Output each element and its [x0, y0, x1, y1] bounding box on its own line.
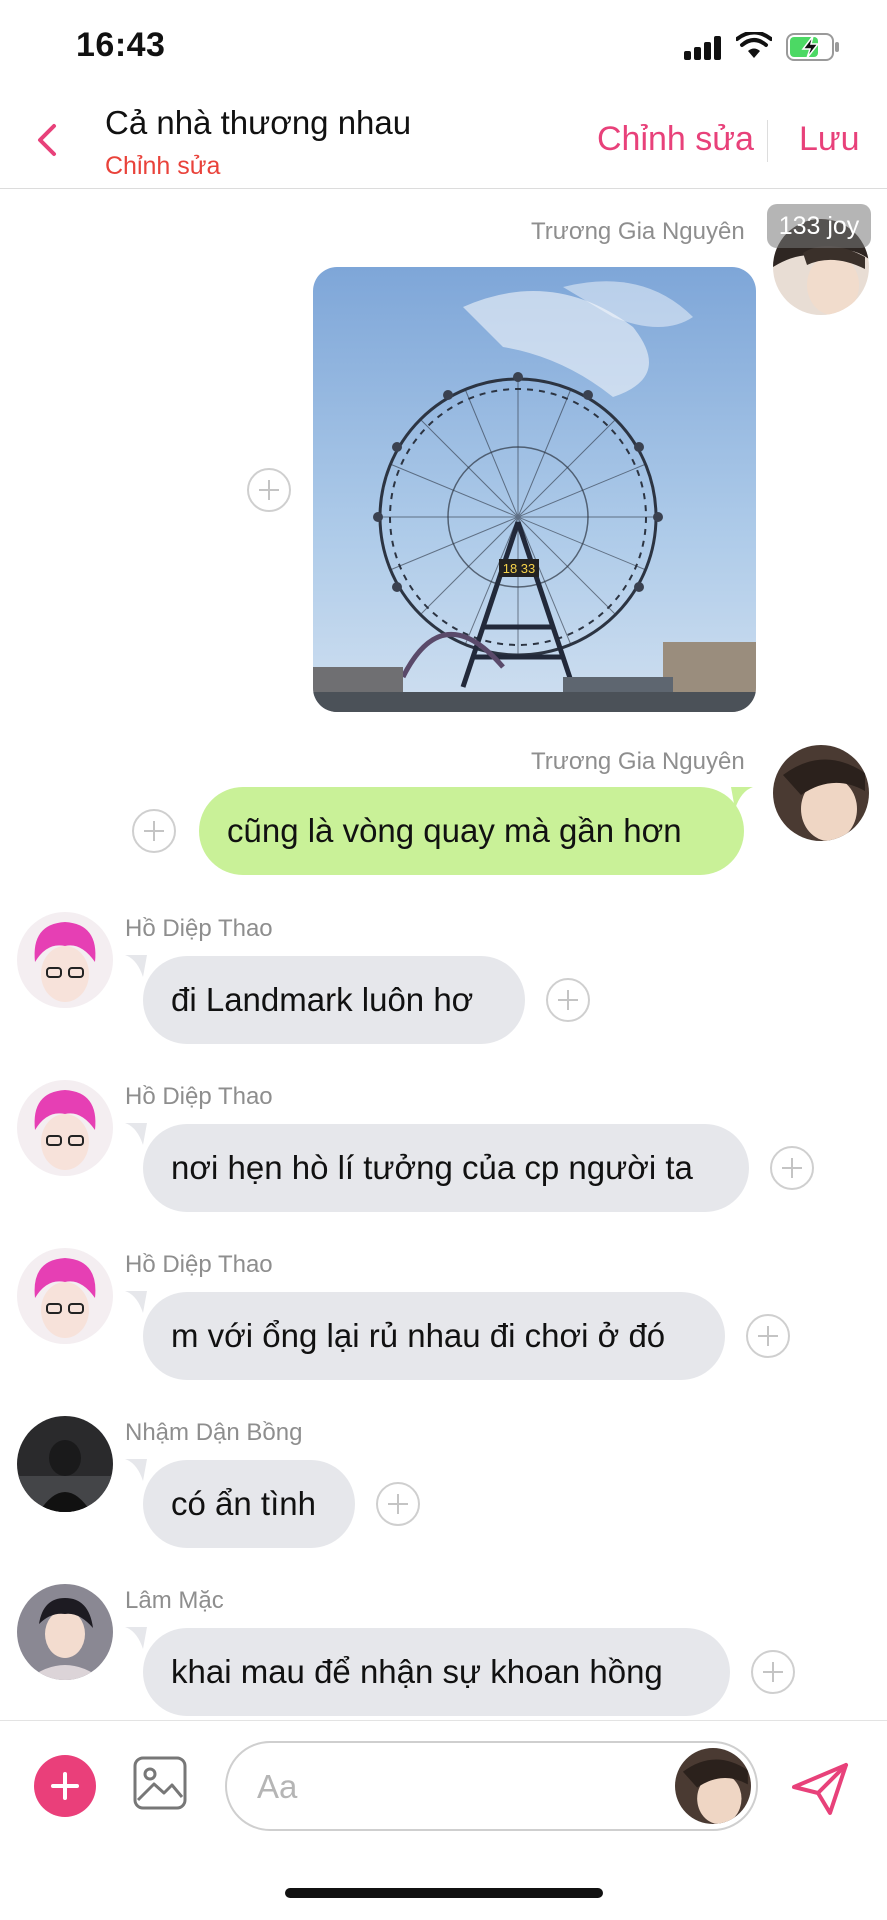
add-reaction-button[interactable] [546, 978, 590, 1022]
avatar-photo [17, 1080, 113, 1176]
edit-button[interactable]: Chỉnh sửa [597, 120, 754, 159]
add-reaction-button[interactable] [746, 1314, 790, 1358]
save-button[interactable]: Lưu [799, 120, 860, 159]
add-reaction-button[interactable] [247, 468, 291, 512]
avatar-photo [17, 1584, 113, 1680]
chevron-left-icon[interactable] [30, 118, 66, 162]
sender-name: Hồ Diệp Thao [125, 915, 273, 942]
header-divider [767, 120, 768, 162]
sender-name: Trương Gia Nguyên [531, 748, 745, 775]
avatar[interactable] [17, 1248, 113, 1344]
add-reaction-button[interactable] [751, 1650, 795, 1694]
avatar[interactable] [17, 1080, 113, 1176]
avatar-photo [773, 745, 869, 841]
send-icon[interactable] [790, 1761, 850, 1817]
battery-charging-icon [786, 33, 839, 61]
message-photo[interactable]: 18 33 [313, 267, 756, 712]
avatar[interactable] [17, 1584, 113, 1680]
avatar-photo [17, 1248, 113, 1344]
clock-text: 18 33 [503, 561, 536, 576]
message-bubble[interactable]: cũng là vòng quay mà gần hơn [199, 787, 744, 875]
avatar-photo [17, 912, 113, 1008]
bubble-tail [125, 955, 147, 977]
bubble-tail [125, 1123, 147, 1145]
message-bubble[interactable]: đi Landmark luôn hơ [143, 956, 525, 1044]
add-reaction-button[interactable] [770, 1146, 814, 1190]
avatar[interactable] [773, 745, 869, 841]
message-bubble[interactable]: nơi hẹn hò lí tưởng của cp người ta [143, 1124, 749, 1212]
bubble-tail [731, 787, 753, 809]
avatar[interactable] [675, 1748, 751, 1824]
sender-name: Trương Gia Nguyên [531, 218, 745, 245]
sender-name: Hồ Diệp Thao [125, 1083, 273, 1110]
chat-title[interactable]: Cả nhà thương nhau [105, 104, 411, 142]
sender-name: Lâm Mặc [125, 1587, 224, 1614]
message-bubble[interactable]: khai mau để nhận sự khoan hồng [143, 1628, 730, 1716]
add-reaction-button[interactable] [132, 809, 176, 853]
status-time: 16:43 [76, 26, 166, 64]
message-input[interactable] [257, 1761, 657, 1813]
avatar-photo [17, 1416, 113, 1512]
chat-subtitle[interactable]: Chỉnh sửa [105, 152, 220, 181]
bubble-tail [125, 1291, 147, 1313]
add-reaction-button[interactable] [376, 1482, 420, 1526]
signal-icon [684, 36, 724, 60]
image-icon[interactable] [132, 1755, 188, 1811]
bubble-tail [125, 1627, 147, 1649]
message-bubble[interactable]: có ẩn tình [143, 1460, 355, 1548]
home-indicator [285, 1888, 603, 1898]
sender-name: Hồ Diệp Thao [125, 1251, 273, 1278]
sender-name: Nhậm Dận Bồng [125, 1419, 303, 1446]
message-input-container [225, 1741, 758, 1831]
bubble-tail [125, 1459, 147, 1481]
wifi-icon [736, 32, 772, 58]
ferris-wheel-image: 18 33 [313, 267, 756, 712]
avatar[interactable] [17, 912, 113, 1008]
plus-circle-icon[interactable] [34, 1755, 96, 1817]
message-bubble[interactable]: m với ổng lại rủ nhau đi chơi ở đó [143, 1292, 725, 1380]
avatar-photo [675, 1748, 751, 1824]
joy-badge: 133 joy [767, 204, 871, 248]
status-bar: 16:43 [0, 0, 887, 96]
chat-header: Cả nhà thương nhau Chỉnh sửa Chỉnh sửa L… [0, 96, 887, 189]
avatar[interactable] [17, 1416, 113, 1512]
